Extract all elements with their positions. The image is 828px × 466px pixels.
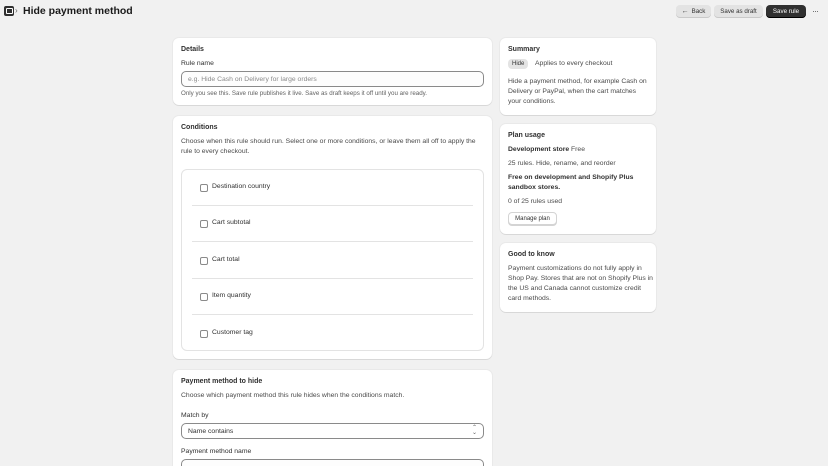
save-as-draft-button[interactable]: Save as draft [714, 5, 763, 18]
divider [192, 314, 473, 315]
conditions-title: Conditions [181, 124, 218, 131]
page-title: Hide payment method [23, 5, 133, 17]
payment-method-name-label: Payment method name [181, 448, 252, 455]
rule-name-input[interactable]: e.g. Hide Cash on Delivery for large ord… [181, 71, 484, 87]
good-to-know-text: Payment customizations do not fully appl… [508, 265, 653, 302]
conditions-card: Conditions Choose when this rule should … [173, 116, 492, 359]
condition-label: Item quantity [212, 292, 251, 299]
rules-info: 25 rules. Hide, rename, and reorder [508, 160, 616, 167]
summary-applies: Applies to every checkout [535, 60, 613, 67]
summary-description: Hide a payment method, for example Cash … [508, 78, 647, 105]
select-chevron-icon: ⌃ ⌄ [471, 425, 477, 436]
plan-usage-title: Plan usage [508, 132, 545, 139]
match-by-value: Name contains [188, 427, 234, 435]
condition-row[interactable]: Item quantity [192, 279, 473, 315]
details-title: Details [181, 46, 204, 53]
match-by-select[interactable]: Name contains ⌃ ⌄ [181, 423, 484, 439]
rule-name-label: Rule name [181, 60, 214, 67]
payment-method-name-input[interactable] [181, 459, 484, 466]
hide-badge: Hide [508, 59, 529, 69]
condition-label: Cart subtotal [212, 219, 251, 226]
plan-usage-card: Plan usage Development store Free 25 rul… [500, 124, 656, 234]
condition-row[interactable]: Destination country [192, 170, 473, 206]
customer-tag-checkbox[interactable] [200, 330, 208, 338]
back-button-label: Back [691, 8, 706, 15]
item-quantity-checkbox[interactable] [200, 293, 208, 301]
app-icon[interactable] [4, 6, 14, 16]
cart-subtotal-checkbox[interactable] [200, 220, 208, 228]
payment-method-description: Choose which payment method this rule hi… [181, 392, 405, 399]
divider [192, 241, 473, 242]
payment-method-card: Payment method to hide Choose which paym… [173, 370, 492, 466]
payment-method-title: Payment method to hide [181, 378, 263, 385]
condition-row[interactable]: Cart total [192, 243, 473, 279]
condition-label: Customer tag [212, 329, 253, 336]
conditions-description: Choose when this rule should run. Select… [181, 138, 476, 155]
rules-usage: 0 of 25 rules used [508, 198, 563, 205]
rule-name-help: Only you see this. Save rule publishes i… [181, 90, 428, 97]
condition-label: Cart total [212, 256, 240, 263]
condition-row[interactable]: Cart subtotal [192, 206, 473, 242]
destination-country-checkbox[interactable] [200, 184, 208, 192]
condition-row[interactable]: Customer tag [192, 316, 473, 352]
cart-total-checkbox[interactable] [200, 257, 208, 265]
condition-label: Destination country [212, 183, 271, 190]
details-card: Details Rule name e.g. Hide Cash on Deli… [173, 38, 492, 105]
back-button[interactable]: ← Back [676, 5, 711, 18]
store-label: Development store [508, 146, 570, 153]
ellipsis-icon[interactable]: ··· [812, 6, 819, 16]
rule-name-placeholder: e.g. Hide Cash on Delivery for large ord… [188, 75, 317, 83]
good-to-know-title: Good to know [508, 251, 555, 258]
free-note: Free on development and Shopify Plus san… [508, 174, 634, 191]
store-plan: Free [571, 146, 585, 153]
arrow-left-icon: ← [681, 8, 689, 15]
manage-plan-button[interactable]: Manage plan [508, 212, 557, 225]
good-to-know-card: Good to know Payment customizations do n… [500, 243, 656, 312]
save-rule-button[interactable]: Save rule [766, 5, 806, 18]
summary-card: Summary Hide Applies to every checkout H… [500, 38, 656, 115]
conditions-list: Destination country Cart subtotal Cart t… [181, 169, 484, 351]
top-bar: › Hide payment method ← Back Save as dra… [0, 0, 828, 24]
match-by-label: Match by [181, 412, 209, 419]
chevron-right-icon: › [15, 6, 18, 15]
summary-title: Summary [508, 46, 540, 53]
